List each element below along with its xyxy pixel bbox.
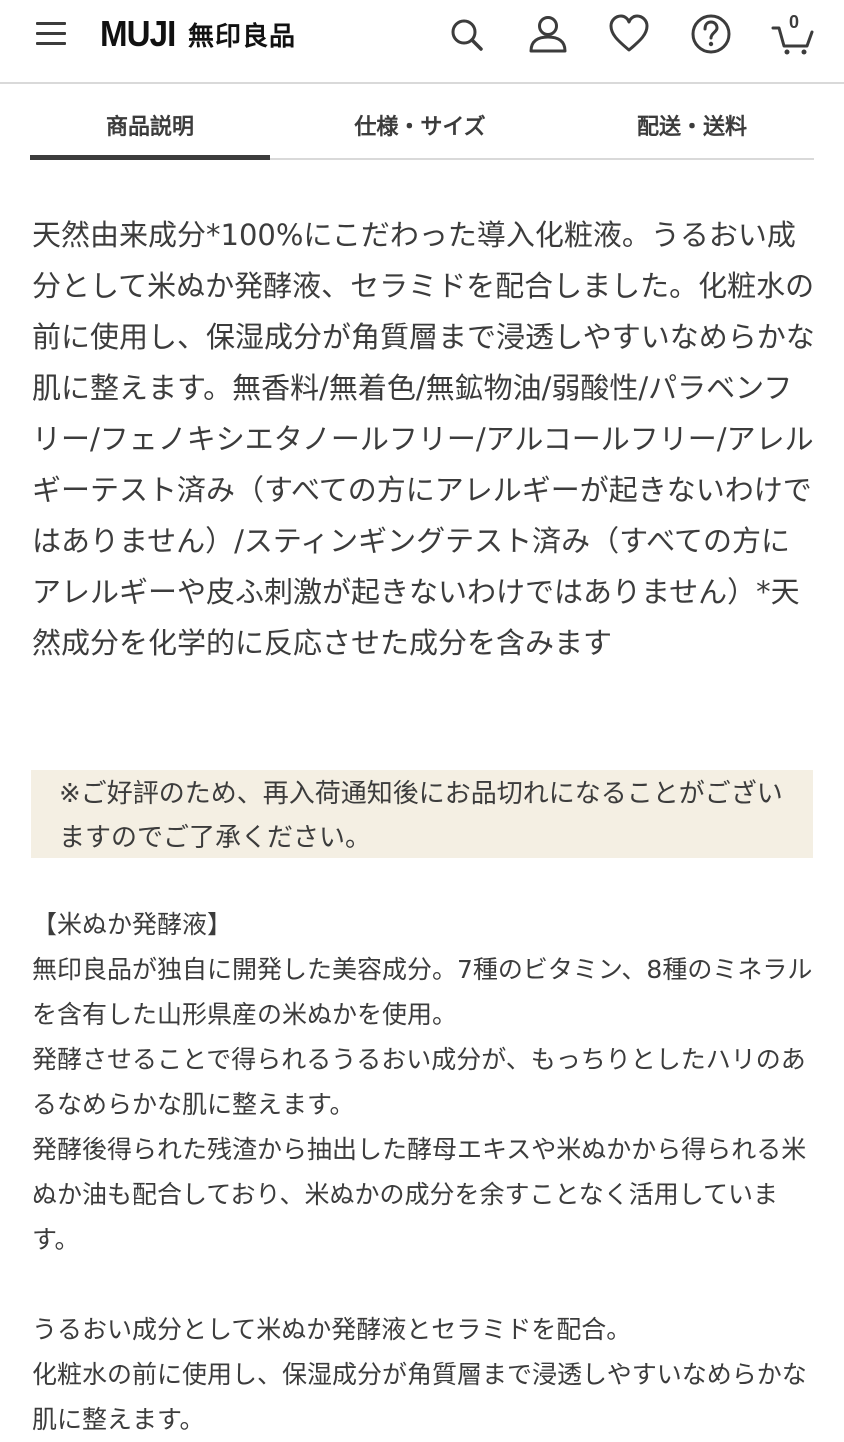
- summary-line: うるおい成分として米ぬか発酵液とセラミドを配合。: [32, 1315, 632, 1344]
- detail-line: 無印良品が独自に開発した美容成分。7種のビタミン、8種のミネラルを含有した山形県…: [32, 955, 813, 1029]
- cart-icon[interactable]: 0: [771, 12, 815, 56]
- detail-line: 発酵させることで得られるうるおい成分が、もっちりとしたハリのあるなめらかな肌に整…: [32, 1045, 806, 1119]
- tab-specs-size[interactable]: 仕様・サイズ: [300, 106, 540, 158]
- detail-heading: 【米ぬか発酵液】: [32, 910, 233, 939]
- detail-line: 発酵後得られた残渣から抽出した酵母エキスや米ぬかから得られる米ぬか油も配合してお…: [32, 1135, 807, 1254]
- tab-shipping[interactable]: 配送・送料: [570, 106, 814, 158]
- menu-icon[interactable]: [36, 20, 68, 48]
- product-tabs: 商品説明 仕様・サイズ 配送・送料: [30, 106, 814, 160]
- cart-count-badge: 0: [788, 12, 799, 32]
- summary-line: 化粧水の前に使用し、保湿成分が角質層まで浸透しやすいなめらかな肌に整えます。: [32, 1360, 807, 1434]
- logo-en-text: MUJI: [100, 13, 176, 54]
- ingredient-detail: 【米ぬか発酵液】 無印良品が独自に開発した美容成分。7種のビタミン、8種のミネラ…: [32, 902, 816, 1442]
- heart-icon[interactable]: [607, 12, 651, 56]
- site-header: MUJI 無印良品 0: [0, 0, 844, 84]
- tab-description[interactable]: 商品説明: [30, 106, 270, 160]
- restock-notice: ※ご好評のため、再入荷通知後にお品切れになることがございますのでご了承ください。: [31, 770, 813, 858]
- user-icon[interactable]: [526, 12, 570, 56]
- logo-jp-text: 無印良品: [188, 21, 297, 52]
- help-icon[interactable]: [689, 12, 733, 56]
- search-icon[interactable]: [444, 12, 488, 56]
- product-description: 天然由来成分*100%にこだわった導入化粧液。うるおい成分として米ぬか発酵液、セ…: [32, 218, 815, 660]
- muji-logo[interactable]: MUJI 無印良品: [100, 12, 296, 56]
